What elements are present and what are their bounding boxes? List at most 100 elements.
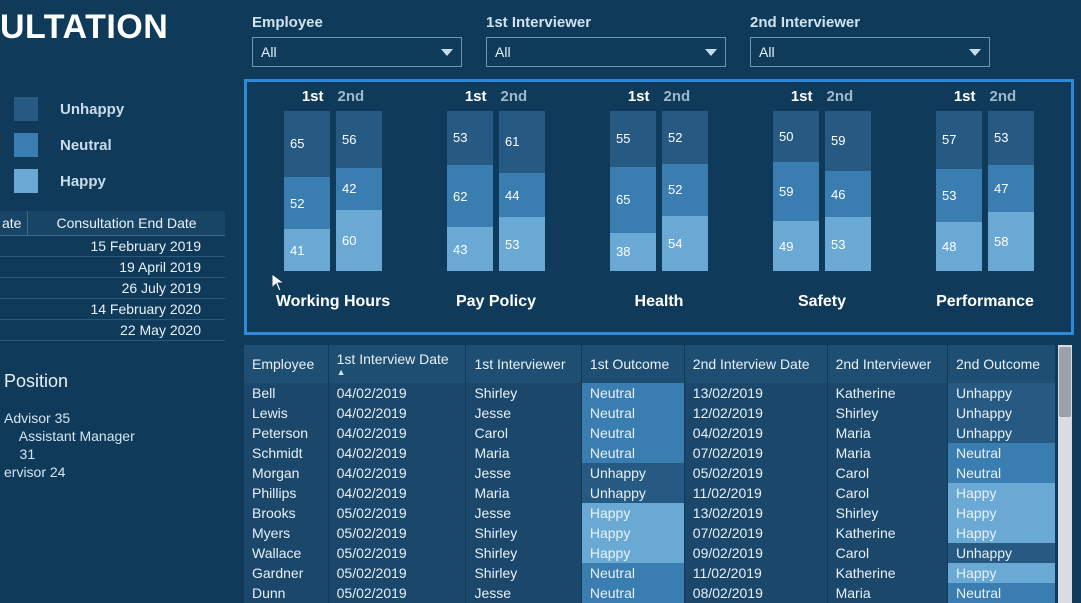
table-cell: Carol bbox=[466, 423, 581, 443]
page-title: ULTATION bbox=[0, 0, 225, 59]
table-header[interactable]: 1st Interviewer bbox=[466, 345, 581, 383]
table-cell: Unhappy bbox=[948, 423, 1056, 443]
chart-segment-neutral: 59 bbox=[773, 162, 819, 222]
table-cell: Lewis bbox=[244, 403, 328, 423]
position-title: Position bbox=[4, 371, 225, 392]
table-cell: Happy bbox=[581, 523, 684, 543]
table-cell: Shirley bbox=[466, 543, 581, 563]
table-cell: Maria bbox=[827, 583, 947, 603]
chart-head-2nd: 2nd bbox=[664, 88, 691, 105]
date-row[interactable]: 19 April 2019 bbox=[0, 257, 225, 278]
table-row[interactable]: Schmidt04/02/2019MariaNeutral07/02/2019M… bbox=[244, 443, 1056, 463]
chart-segment-neutral: 47 bbox=[988, 165, 1034, 213]
chart-segment-happy: 49 bbox=[773, 221, 819, 271]
chart-column: 1st2nd556538525254Health bbox=[583, 88, 735, 322]
table-cell: 07/02/2019 bbox=[684, 443, 827, 463]
date-row[interactable]: 26 July 2019 bbox=[0, 278, 225, 299]
dropdown-2nd-interviewer[interactable]: All bbox=[750, 37, 990, 67]
chart-segment-unhappy: 50 bbox=[773, 111, 819, 162]
table-row[interactable]: Bell04/02/2019ShirleyNeutral13/02/2019Ka… bbox=[244, 383, 1056, 403]
chart-segment-neutral: 52 bbox=[284, 177, 330, 230]
table-cell: 08/02/2019 bbox=[684, 583, 827, 603]
scrollbar-thumb[interactable] bbox=[1059, 347, 1071, 417]
table-cell: 04/02/2019 bbox=[328, 443, 466, 463]
chart-head-2nd: 2nd bbox=[501, 88, 528, 105]
table-cell: Jesse bbox=[466, 463, 581, 483]
chart-head-2nd: 2nd bbox=[827, 88, 854, 105]
table-cell: Neutral bbox=[948, 583, 1056, 603]
table-cell: 13/02/2019 bbox=[684, 383, 827, 403]
chart-head-1st: 1st bbox=[465, 88, 487, 105]
dropdown-1st-interviewer[interactable]: All bbox=[486, 37, 726, 67]
table-row[interactable]: Peterson04/02/2019CarolNeutral04/02/2019… bbox=[244, 423, 1056, 443]
table-cell: Unhappy bbox=[581, 483, 684, 503]
table-cell: Happy bbox=[948, 483, 1056, 503]
legend-item-neutral: Neutral bbox=[14, 133, 225, 157]
chart-segment-neutral: 42 bbox=[336, 168, 382, 211]
table-cell: Neutral bbox=[581, 383, 684, 403]
table-header[interactable]: 2nd Interview Date bbox=[684, 345, 827, 383]
table-row[interactable]: Brooks05/02/2019JesseHappy13/02/2019Shir… bbox=[244, 503, 1056, 523]
date-row[interactable]: 22 May 2020 bbox=[0, 320, 225, 341]
table-cell: 12/02/2019 bbox=[684, 403, 827, 423]
chart-segment-happy: 43 bbox=[447, 227, 493, 271]
filter-employee: Employee All bbox=[252, 14, 462, 67]
table-header[interactable]: Employee bbox=[244, 345, 328, 383]
table-row[interactable]: Dunn05/02/2019JesseNeutral08/02/2019Mari… bbox=[244, 583, 1056, 603]
table-cell: Neutral bbox=[581, 403, 684, 423]
table-header[interactable]: 1st Outcome bbox=[581, 345, 684, 383]
table-cell: Neutral bbox=[581, 563, 684, 583]
table-cell: 07/02/2019 bbox=[684, 523, 827, 543]
table-row[interactable]: Myers05/02/2019ShirleyHappy07/02/2019Kat… bbox=[244, 523, 1056, 543]
table-header[interactable]: 2nd Outcome bbox=[948, 345, 1056, 383]
table-cell: 05/02/2019 bbox=[684, 463, 827, 483]
table-cell: 04/02/2019 bbox=[328, 483, 466, 503]
sort-ascending-icon: ▲ bbox=[337, 367, 458, 377]
scrollbar[interactable] bbox=[1058, 345, 1072, 603]
table-cell: Gardner bbox=[244, 563, 328, 583]
chart-segment-happy: 48 bbox=[936, 222, 982, 271]
table-cell: Katherine bbox=[827, 383, 947, 403]
table-cell: Happy bbox=[581, 503, 684, 523]
table-row[interactable]: Morgan04/02/2019JesseUnhappy05/02/2019Ca… bbox=[244, 463, 1056, 483]
table-header[interactable]: 1st Interview Date▲ bbox=[328, 345, 466, 383]
date-row[interactable]: 15 February 2019 bbox=[0, 236, 225, 257]
table-cell: Dunn bbox=[244, 583, 328, 603]
dropdown-employee[interactable]: All bbox=[252, 37, 462, 67]
legend-item-happy: Happy bbox=[14, 169, 225, 193]
dates-header: ate Consultation End Date bbox=[0, 211, 225, 236]
table-cell: 05/02/2019 bbox=[328, 523, 466, 543]
position-line: Advisor 35 bbox=[4, 410, 225, 426]
chart-segment-unhappy: 53 bbox=[988, 111, 1034, 165]
chart-segment-unhappy: 59 bbox=[825, 111, 871, 171]
table-row[interactable]: Phillips04/02/2019MariaUnhappy11/02/2019… bbox=[244, 483, 1056, 503]
table-cell: Happy bbox=[948, 563, 1056, 583]
table-cell: Maria bbox=[466, 443, 581, 463]
table-row[interactable]: Gardner05/02/2019ShirleyNeutral11/02/201… bbox=[244, 563, 1056, 583]
chart-head-1st: 1st bbox=[791, 88, 813, 105]
table-cell: 11/02/2019 bbox=[684, 483, 827, 503]
table-cell: Carol bbox=[827, 483, 947, 503]
table-cell: Shirley bbox=[827, 503, 947, 523]
table-row[interactable]: Wallace05/02/2019ShirleyHappy09/02/2019C… bbox=[244, 543, 1056, 563]
swatch-happy bbox=[14, 169, 38, 193]
dates-header-col1: ate bbox=[0, 211, 28, 235]
table-header[interactable]: 2nd Interviewer bbox=[827, 345, 947, 383]
dates-header-col2: Consultation End Date bbox=[28, 211, 225, 235]
chart-frame: 1st2nd655241564260Working Hours1st2nd536… bbox=[244, 79, 1074, 335]
filters-row: Employee All 1st Interviewer All 2nd Int… bbox=[244, 0, 1080, 73]
chart-segment-unhappy: 61 bbox=[499, 111, 545, 173]
chart-head-1st: 1st bbox=[954, 88, 976, 105]
chart-label: Working Hours bbox=[276, 293, 390, 311]
table-cell: 05/02/2019 bbox=[328, 563, 466, 583]
main-area: Employee All 1st Interviewer All 2nd Int… bbox=[244, 0, 1080, 574]
chart-segment-neutral: 62 bbox=[447, 165, 493, 228]
chart-segment-neutral: 53 bbox=[936, 169, 982, 223]
chart-segment-unhappy: 57 bbox=[936, 111, 982, 169]
table-cell: 09/02/2019 bbox=[684, 543, 827, 563]
date-row[interactable]: 14 February 2020 bbox=[0, 299, 225, 320]
chart-segment-unhappy: 53 bbox=[447, 111, 493, 165]
table-row[interactable]: Lewis04/02/2019JesseNeutral12/02/2019Shi… bbox=[244, 403, 1056, 423]
table-cell: 13/02/2019 bbox=[684, 503, 827, 523]
table-cell: Katherine bbox=[827, 563, 947, 583]
